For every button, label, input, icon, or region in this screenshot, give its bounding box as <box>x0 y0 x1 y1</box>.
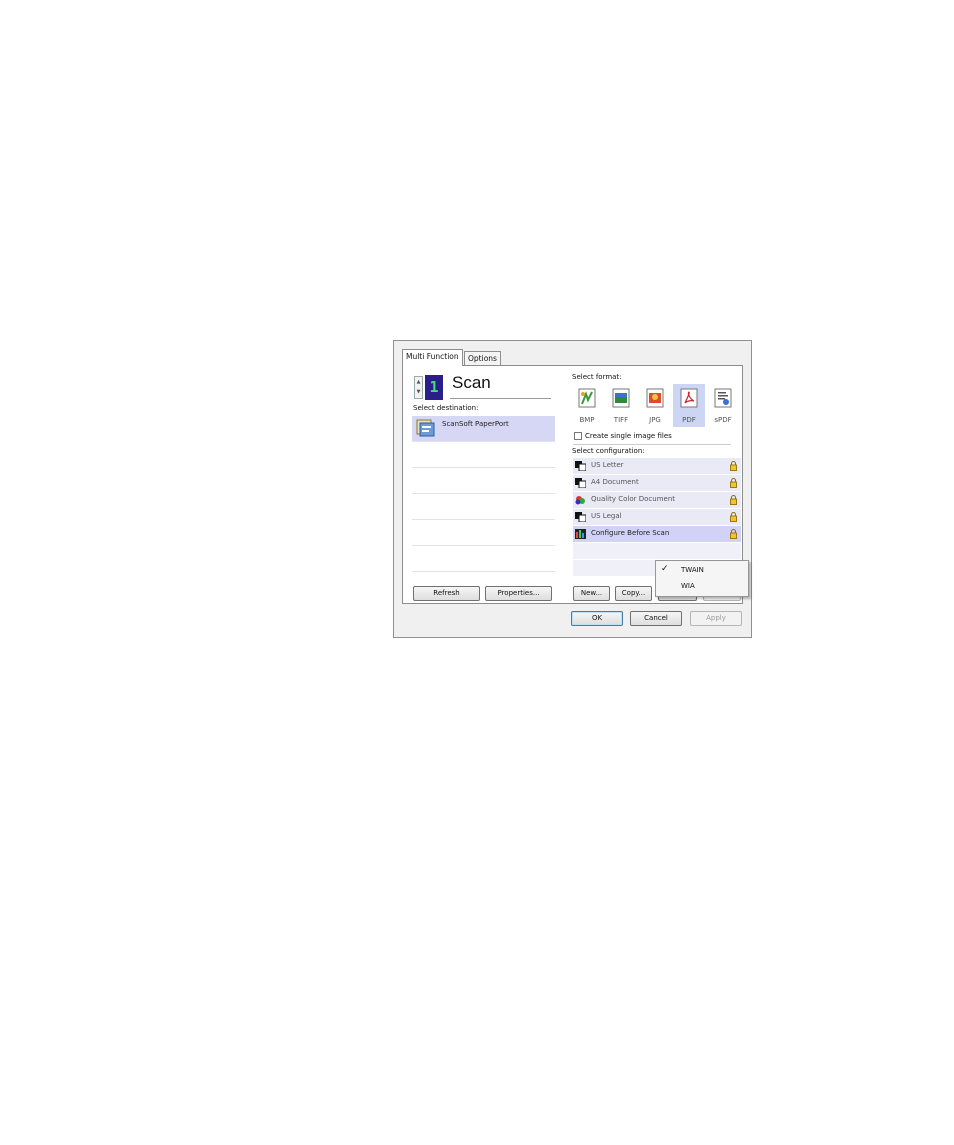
menu-item-wia[interactable]: WIA <box>656 579 748 595</box>
menu-item-label: WIA <box>681 582 695 590</box>
ok-button[interactable]: OK <box>571 611 623 626</box>
spdf-label: sPDF <box>714 416 732 424</box>
list-item[interactable] <box>412 494 555 520</box>
checkmark-icon: ✓ <box>661 564 669 574</box>
list-item[interactable] <box>412 520 555 546</box>
destination-label: Select destination: <box>413 404 479 412</box>
spinner-up-icon[interactable]: ▲ <box>415 377 422 387</box>
title-divider <box>450 398 551 399</box>
paperport-icon <box>416 419 435 437</box>
bmp-label: BMP <box>579 416 595 424</box>
list-item[interactable]: Configure Before Scan <box>573 526 741 543</box>
format-bmp[interactable]: BMP <box>571 384 603 427</box>
config-name: US Letter <box>591 461 624 469</box>
format-jpg[interactable]: JPG <box>639 384 671 427</box>
lock-icon <box>730 495 737 505</box>
list-item[interactable] <box>412 442 555 468</box>
config-name: Quality Color Document <box>591 495 676 503</box>
page-title: Scan <box>452 373 491 392</box>
properties-button[interactable]: Properties... <box>485 586 552 601</box>
config-name: A4 Document <box>591 478 639 486</box>
spinner-down-icon[interactable]: ▼ <box>415 387 422 397</box>
tiff-format-icon <box>612 388 630 408</box>
format-label: Select format: <box>572 373 622 381</box>
button-spinner[interactable]: ▲ ▼ <box>414 376 423 399</box>
copy-button[interactable]: Copy... <box>615 586 652 601</box>
menu-item-twain[interactable]: ✓ TWAIN <box>656 563 748 579</box>
list-item[interactable] <box>412 468 555 494</box>
apply-button[interactable]: Apply <box>690 611 742 626</box>
configure-scanner-icon <box>575 529 586 539</box>
destination-list: ScanSoft PaperPort <box>412 416 555 581</box>
cancel-button[interactable]: Cancel <box>630 611 682 626</box>
format-pdf[interactable]: PDF <box>673 384 705 427</box>
bmp-format-icon <box>578 388 596 408</box>
list-item[interactable] <box>573 543 741 560</box>
tiff-label: TIFF <box>613 416 629 424</box>
config-name: Configure Before Scan <box>591 529 670 537</box>
refresh-button[interactable]: Refresh <box>413 586 480 601</box>
format-tiff[interactable]: TIFF <box>605 384 637 427</box>
bw-document-icon <box>575 512 586 522</box>
list-item[interactable]: Quality Color Document <box>573 492 741 509</box>
multi-function-panel: ▲ ▼ 1 Scan Select destination: ScanSoft … <box>402 365 749 604</box>
scan-configuration-dialog: Multi Function Options ▲ ▼ 1 Scan Select… <box>393 340 752 638</box>
lock-icon <box>730 461 737 471</box>
single-image-label: Create single image files <box>585 432 672 440</box>
pdf-label: PDF <box>682 416 696 424</box>
list-item[interactable] <box>412 546 555 572</box>
bw-document-icon <box>575 461 586 471</box>
format-divider <box>573 444 731 445</box>
lock-icon <box>730 529 737 539</box>
list-item[interactable]: ScanSoft PaperPort <box>412 416 555 442</box>
lcd-display: 1 <box>425 375 443 400</box>
tab-multi-function[interactable]: Multi Function <box>402 349 463 366</box>
lock-icon <box>730 512 737 522</box>
pdf-format-icon <box>680 388 698 408</box>
jpg-format-icon <box>646 388 664 408</box>
destination-name: ScanSoft PaperPort <box>442 420 509 428</box>
configuration-label: Select configuration: <box>572 447 645 455</box>
format-spdf[interactable]: sPDF <box>707 384 739 427</box>
color-document-icon <box>575 496 585 505</box>
menu-item-label: TWAIN <box>681 566 704 574</box>
config-name: US Legal <box>591 512 622 520</box>
format-selector: BMP TIFF JPG PDF sPDF <box>571 384 741 427</box>
list-item[interactable]: US Legal <box>573 509 741 526</box>
list-item[interactable]: A4 Document <box>573 475 741 492</box>
lock-icon <box>730 478 737 488</box>
spdf-format-icon <box>714 388 732 408</box>
tab-options[interactable]: Options <box>464 351 501 365</box>
single-image-checkbox[interactable] <box>574 432 582 440</box>
bw-document-icon <box>575 478 586 488</box>
new-button[interactable]: New... <box>573 586 610 601</box>
jpg-label: JPG <box>649 416 661 424</box>
driver-context-menu: ✓ TWAIN WIA <box>655 560 749 597</box>
list-item[interactable]: US Letter <box>573 458 741 475</box>
